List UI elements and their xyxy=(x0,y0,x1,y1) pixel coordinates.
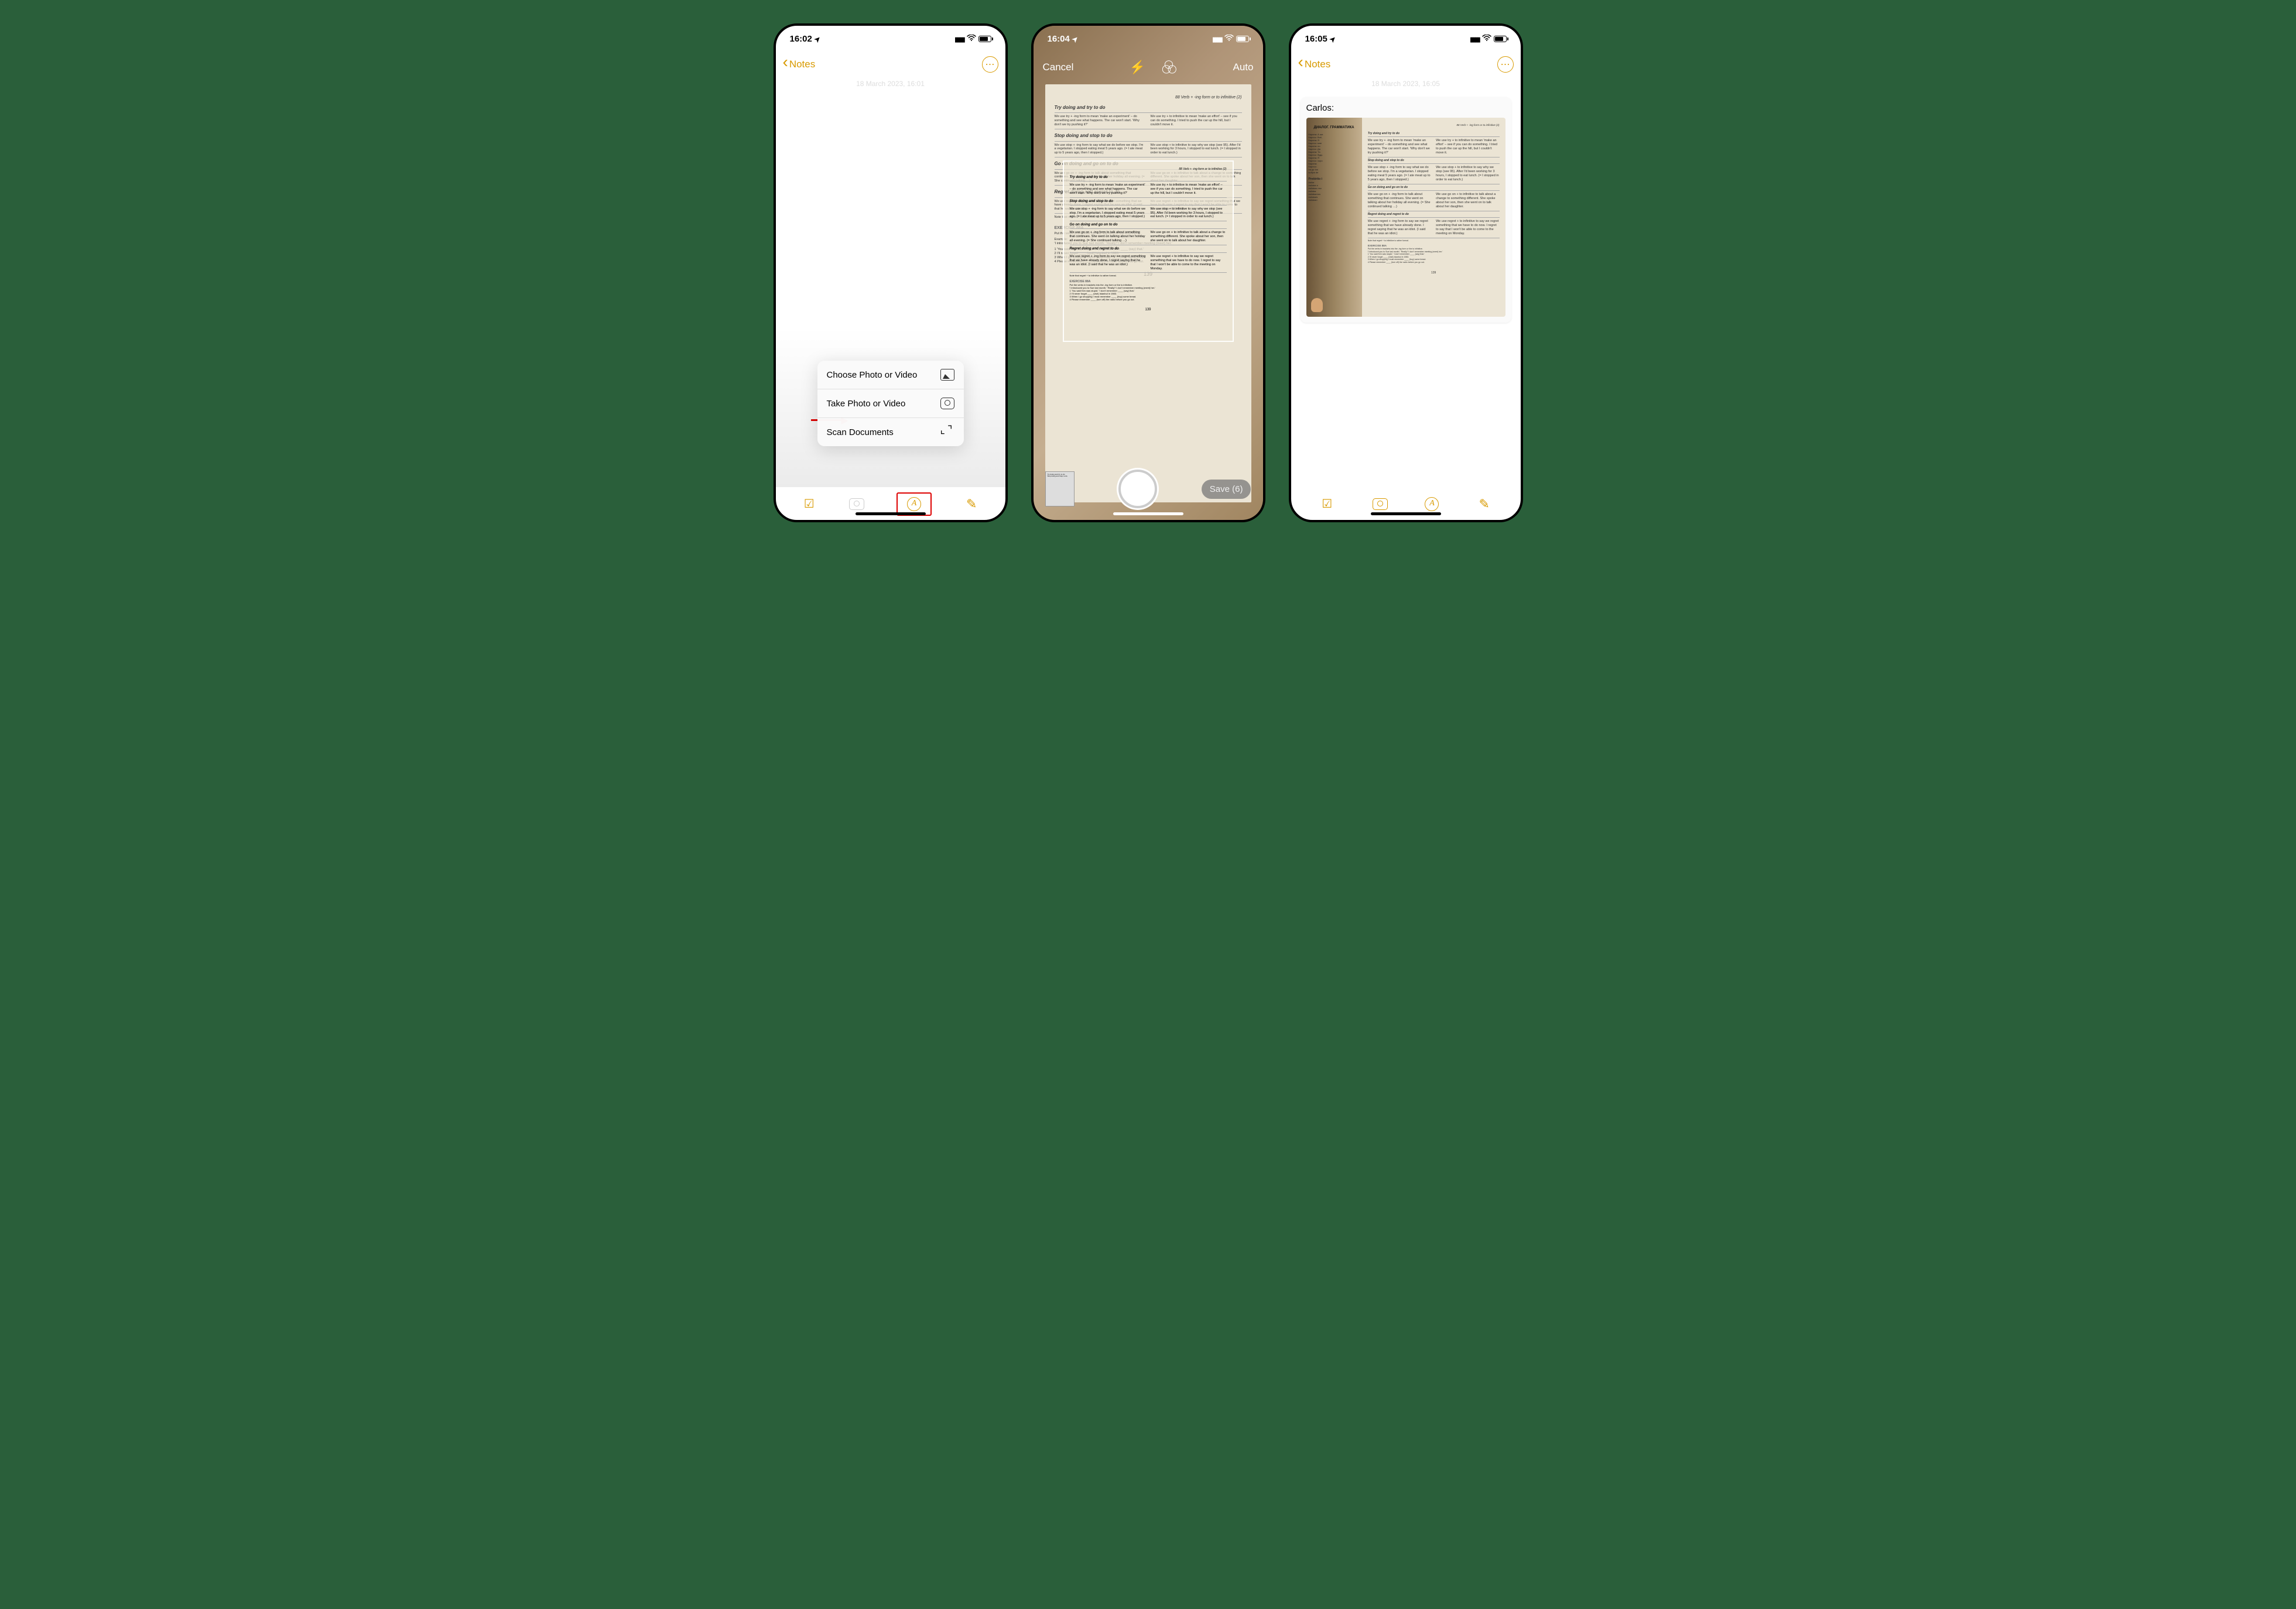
choose-photo-label: Choose Photo or Video xyxy=(827,370,918,380)
page-header: 88 Verb + -ing form or to infinitive (2) xyxy=(1055,95,1242,100)
section-2-left: We use stop + -ing form to say what we d… xyxy=(1055,143,1146,156)
chevron-left-icon xyxy=(1298,59,1303,70)
camera-button[interactable] xyxy=(1373,498,1388,510)
scan-detection-overlay: 88 Verb + -ing form or to infinitive (2)… xyxy=(1063,160,1234,342)
save-label: Save (6) xyxy=(1210,484,1243,494)
note-date: 18 March 2023, 16:05 xyxy=(1291,80,1521,88)
scanner-nav: Cancel Auto xyxy=(1034,52,1263,83)
cancel-button[interactable]: Cancel xyxy=(1043,61,1074,73)
wifi-icon xyxy=(1224,34,1234,44)
status-time: 16:04 xyxy=(1048,34,1070,44)
save-button[interactable]: Save (6) xyxy=(1202,480,1251,499)
battery-icon xyxy=(1236,36,1249,42)
nav-bar: Notes xyxy=(1291,52,1521,77)
camera-icon xyxy=(940,398,954,409)
back-button[interactable]: Notes xyxy=(1298,59,1331,70)
status-time: 16:05 xyxy=(1305,34,1327,44)
location-icon xyxy=(815,34,820,44)
scan-documents-label: Scan Documents xyxy=(827,427,894,437)
home-indicator[interactable] xyxy=(1113,512,1183,515)
location-icon xyxy=(1072,34,1078,44)
note-content: Carlos: ДИАЛОГ. ГРАММАТИКА Карина: А ши … xyxy=(1291,88,1521,487)
wifi-icon xyxy=(967,34,976,44)
chevron-left-icon xyxy=(783,59,788,70)
nav-bar: Notes xyxy=(776,52,1005,77)
signal-icon xyxy=(1470,34,1479,44)
markup-button[interactable] xyxy=(1425,497,1439,511)
home-indicator[interactable] xyxy=(1371,512,1441,515)
checklist-button[interactable] xyxy=(801,497,817,511)
back-button[interactable]: Notes xyxy=(783,59,816,70)
note-content-area: Choose Photo or Video Take Photo or Vide… xyxy=(776,88,1005,487)
phone-screen-3: 16:05 Notes 18 March 2023, 16:05 Carlos:… xyxy=(1289,23,1523,522)
scanned-document[interactable]: ДИАЛОГ. ГРАММАТИКА Карина: А ши Карлос: … xyxy=(1306,118,1505,317)
status-bar: 16:02 xyxy=(776,26,1005,52)
more-button[interactable] xyxy=(1497,56,1514,73)
status-time: 16:02 xyxy=(790,34,812,44)
thumb-holding-book xyxy=(1311,298,1323,312)
scanner-controls: Try doing and try to do Stop doing and s… xyxy=(1034,470,1263,508)
left-page-header: ДИАЛОГ. ГРАММАТИКА xyxy=(1309,126,1360,129)
document-scan-icon xyxy=(940,426,954,438)
flash-icon[interactable] xyxy=(1130,60,1145,75)
scanned-left-page: ДИАЛОГ. ГРАММАТИКА Карина: А ши Карлос: … xyxy=(1306,118,1362,317)
section-1-right: We use try + to infinitive to mean 'make… xyxy=(1151,115,1242,127)
section-1-left: We use try + -ing form to mean 'make an … xyxy=(1055,115,1146,127)
note-date: 18 March 2023, 16:01 xyxy=(776,80,1005,88)
wifi-icon xyxy=(1482,34,1491,44)
scan-thumbnail[interactable]: Try doing and try to do Stop doing and s… xyxy=(1045,471,1075,506)
section-2-right: We use stop + to infinitive to say why w… xyxy=(1151,143,1242,156)
status-bar: 16:05 xyxy=(1291,26,1521,52)
phone-screen-2: 88 Verb + -ing form or to infinitive (2)… xyxy=(1031,23,1265,522)
scan-documents-item[interactable]: Scan Documents xyxy=(817,418,964,446)
take-photo-item[interactable]: Take Photo or Video xyxy=(817,389,964,418)
compose-button[interactable] xyxy=(1476,497,1493,511)
more-button[interactable] xyxy=(982,56,998,73)
signal-icon xyxy=(1212,34,1221,44)
choose-photo-item[interactable]: Choose Photo or Video xyxy=(817,361,964,389)
note-author: Carlos: xyxy=(1306,103,1505,113)
attachment-menu: Choose Photo or Video Take Photo or Vide… xyxy=(817,361,964,446)
checklist-button[interactable] xyxy=(1319,497,1335,511)
signal-icon xyxy=(954,34,964,44)
take-photo-label: Take Photo or Video xyxy=(827,399,906,409)
battery-icon xyxy=(978,36,991,42)
filters-icon[interactable] xyxy=(1163,60,1177,74)
back-label: Notes xyxy=(789,59,815,70)
shutter-button[interactable] xyxy=(1118,470,1157,508)
back-label: Notes xyxy=(1305,59,1330,70)
location-icon xyxy=(1330,34,1336,44)
photo-library-icon xyxy=(940,369,954,381)
markup-icon xyxy=(907,497,921,511)
compose-button[interactable] xyxy=(963,497,980,511)
camera-button[interactable] xyxy=(849,498,864,510)
battery-icon xyxy=(1494,36,1507,42)
phone-screen-1: 16:02 Notes 18 March 2023, 16:01 Choose … xyxy=(774,23,1008,522)
camera-viewfinder: 88 Verb + -ing form or to infinitive (2)… xyxy=(1034,26,1263,520)
section-1-title: Try doing and try to do xyxy=(1055,105,1242,111)
note-attachment-card[interactable]: Carlos: ДИАЛОГ. ГРАММАТИКА Карина: А ши … xyxy=(1301,97,1511,323)
scanned-right-page: 88 Verb + -ing form or to infinitive (2)… xyxy=(1362,118,1505,317)
auto-button[interactable]: Auto xyxy=(1233,61,1254,73)
home-indicator[interactable] xyxy=(856,512,926,515)
section-2-title: Stop doing and stop to do xyxy=(1055,133,1242,139)
status-bar: 16:04 xyxy=(1034,26,1263,52)
